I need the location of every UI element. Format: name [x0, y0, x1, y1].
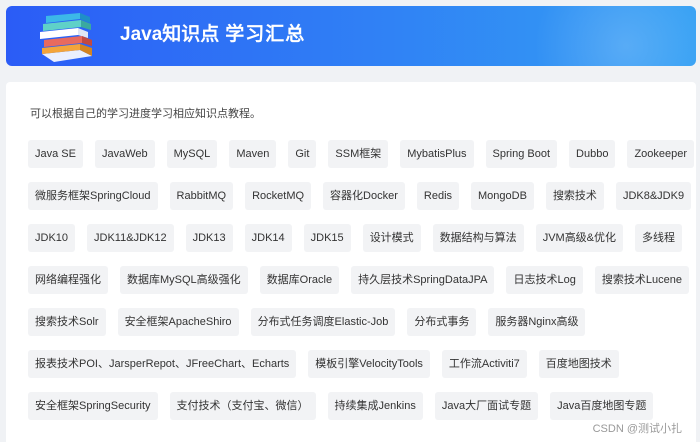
topic-tag[interactable]: Redis [416, 182, 460, 210]
topic-tag[interactable]: JDK15 [303, 224, 351, 252]
topic-tag[interactable]: 数据结构与算法 [432, 224, 524, 252]
topic-tag[interactable]: 服务器Nginx高级 [488, 308, 586, 336]
topic-tag[interactable]: JDK13 [185, 224, 233, 252]
books-icon [40, 13, 92, 62]
topic-tag[interactable]: Dubbo [569, 140, 616, 168]
tag-row: 安全框架SpringSecurity 支付技术（支付宝、微信） 持续集成Jenk… [28, 392, 665, 420]
topic-tag[interactable]: JVM高级&优化 [535, 224, 624, 252]
topic-tag[interactable]: JDK10 [28, 224, 76, 252]
topic-tag[interactable]: 持久层技术SpringDataJPA [351, 266, 495, 294]
topic-tag[interactable]: Java SE [28, 140, 83, 168]
topic-tag[interactable]: 分布式任务调度Elastic-Job [250, 308, 396, 336]
topic-tag[interactable]: Maven [229, 140, 277, 168]
topic-tag[interactable]: Git [288, 140, 317, 168]
topic-tag[interactable]: JavaWeb [94, 140, 155, 168]
topic-tag[interactable]: 搜索技术 [545, 182, 604, 210]
topic-tag[interactable]: JDK8&JDK9 [615, 182, 692, 210]
topic-tag[interactable]: 工作流Activiti7 [441, 350, 527, 378]
topic-tag[interactable]: Spring Boot [485, 140, 558, 168]
topic-tag[interactable]: Zookeeper [627, 140, 695, 168]
topic-tag[interactable]: Java大厂面试专题 [434, 392, 539, 420]
tag-row: JDK10 JDK11&JDK12 JDK13 JDK14 JDK15 设计模式… [28, 224, 694, 252]
topic-tag[interactable]: SSM框架 [328, 140, 389, 168]
watermark: CSDN @测试小扎 [592, 423, 682, 435]
tag-row: 报表技术POI、JarsperRepot、JFreeChart、Echarts … [28, 350, 631, 378]
topic-tag[interactable]: 分布式事务 [407, 308, 477, 336]
topic-tag[interactable]: RocketMQ [245, 182, 312, 210]
topic-tag[interactable]: JDK14 [244, 224, 292, 252]
tag-row: 网络编程强化 数据库MySQL高级强化 数据库Oracle 持久层技术Sprin… [28, 266, 700, 294]
page-title: Java知识点 学习汇总 [120, 23, 305, 47]
topic-tag[interactable]: 网络编程强化 [28, 266, 108, 294]
page-title-light: 学习汇总 [225, 24, 306, 45]
topic-tag[interactable]: Java百度地图专题 [550, 392, 654, 420]
topic-tag[interactable]: MySQL [166, 140, 218, 168]
topic-tag[interactable]: 持续集成Jenkins [327, 392, 423, 420]
topic-tag[interactable]: 安全框架ApacheShiro [117, 308, 239, 336]
topic-tag[interactable]: MybatisPlus [400, 140, 474, 168]
topic-tag[interactable]: 支付技术（支付宝、微信） [169, 392, 316, 420]
topic-tag[interactable]: 模板引擎VelocityTools [308, 350, 430, 378]
page-title-bold: Java知识点 [120, 24, 220, 45]
topic-tag[interactable]: 日志技术Log [506, 266, 583, 294]
topic-tag[interactable]: 数据库MySQL高级强化 [120, 266, 248, 294]
topic-tag[interactable]: 数据库Oracle [259, 266, 340, 294]
intro-text: 可以根据自己的学习进度学习相应知识点教程。 [30, 108, 261, 120]
tag-row: 搜索技术Solr 安全框架ApacheShiro 分布式任务调度Elastic-… [28, 308, 597, 336]
topic-tag[interactable]: 搜索技术Solr [28, 308, 106, 336]
topic-tag[interactable]: MongoDB [471, 182, 534, 210]
topics-card: 可以根据自己的学习进度学习相应知识点教程。 Java SE JavaWeb My… [6, 82, 696, 442]
topic-tag[interactable]: 百度地图技术 [538, 350, 619, 378]
tag-row: Java SE JavaWeb MySQL Maven Git SSM框架 My… [28, 140, 700, 168]
tag-row: 微服务框架SpringCloud RabbitMQ RocketMQ 容器化Do… [28, 182, 700, 210]
topic-tag[interactable]: JDK11&JDK12 [87, 224, 174, 252]
topic-tag[interactable]: 安全框架SpringSecurity [28, 392, 158, 420]
topic-tag[interactable]: 多线程 [635, 224, 683, 252]
header-banner: Java知识点 学习汇总 [6, 6, 696, 66]
topic-tag[interactable]: 设计模式 [362, 224, 421, 252]
topic-tag[interactable]: RabbitMQ [169, 182, 234, 210]
topic-tag[interactable]: 报表技术POI、JarsperRepot、JFreeChart、Echarts [28, 350, 297, 378]
topic-tag[interactable]: 容器化Docker [323, 182, 405, 210]
topic-tag[interactable]: 微服务框架SpringCloud [28, 182, 158, 210]
topic-tag[interactable]: 搜索技术Lucene [594, 266, 689, 294]
